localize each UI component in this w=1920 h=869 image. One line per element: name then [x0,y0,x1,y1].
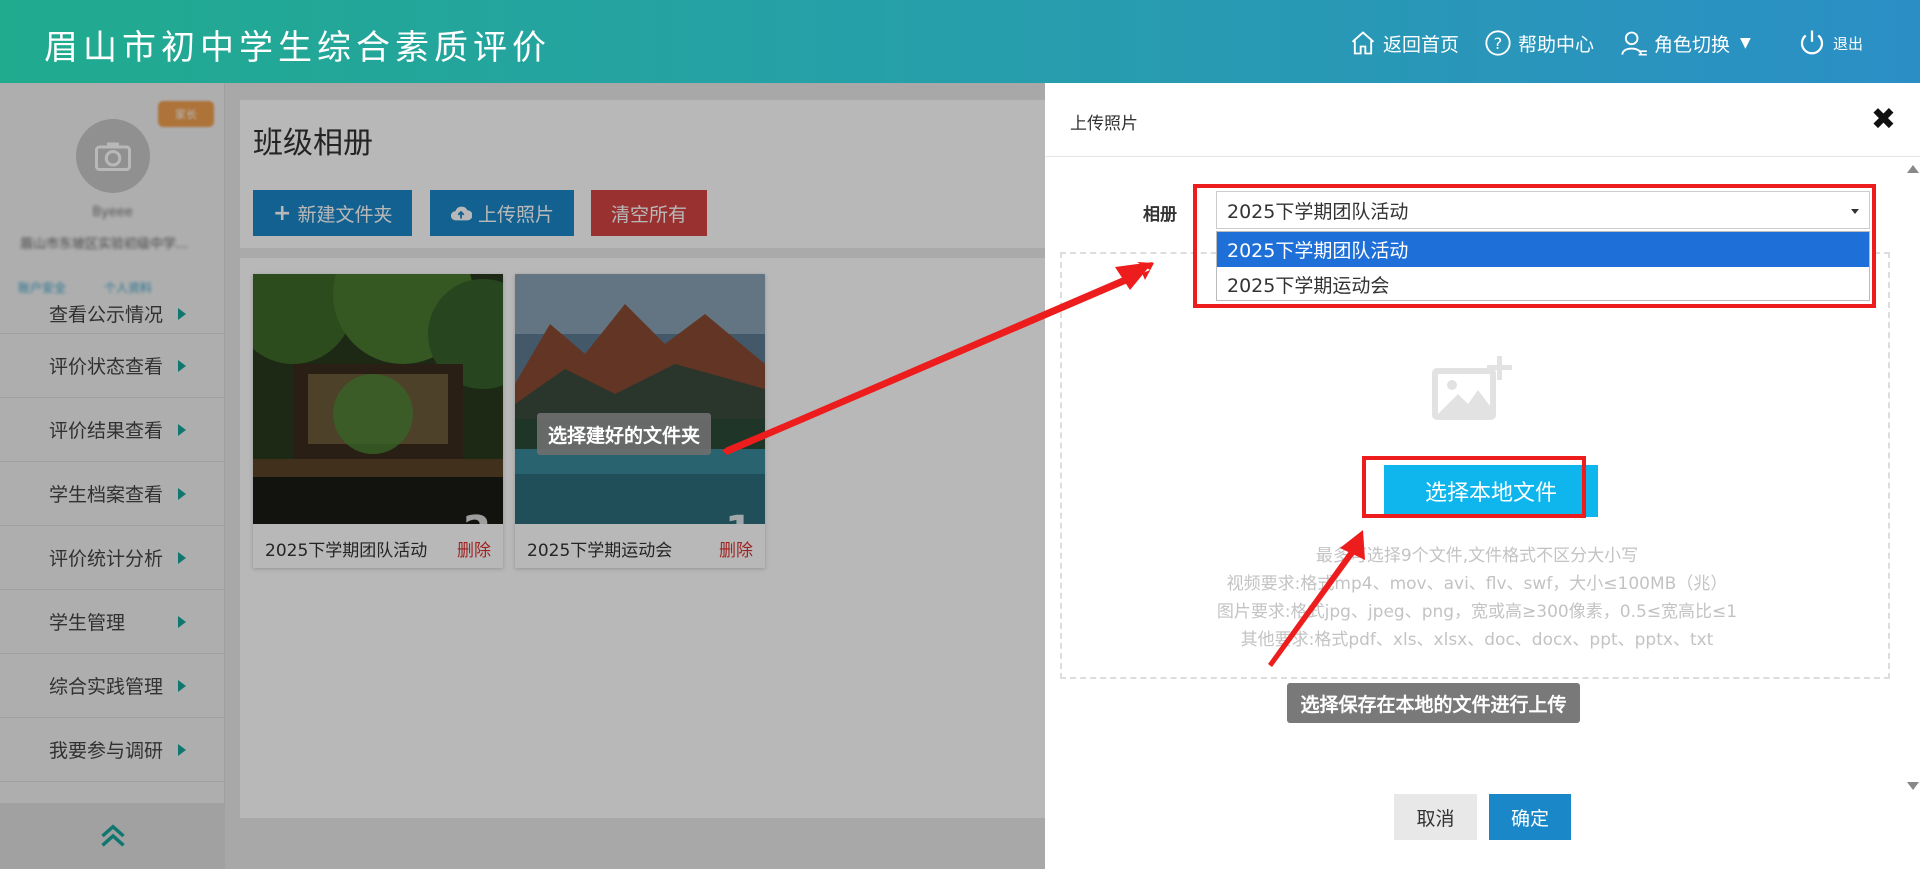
logout-link-label: 退出 [1833,34,1864,53]
help-icon: ? [1485,30,1511,56]
dialog-title: 上传照片 [1070,114,1138,134]
divider [1045,156,1920,157]
power-icon [1800,30,1824,55]
confirm-button[interactable]: 确定 [1489,794,1571,840]
home-icon [1351,31,1375,55]
scroll-down-icon[interactable] [1907,782,1919,790]
requirement-text: 图片要求:格式jpg、jpeg、png，宽或高≥300像素，0.5≤宽高比≤1 [1216,602,1738,622]
scroll-up-icon[interactable] [1907,165,1919,173]
upload-dialog: 上传照片 ✖ 相册 2025下学期团队活动 选择本地文件 最多可选择9个文件,文… [1045,83,1920,869]
scrollbar[interactable] [1905,161,1920,794]
help-link-label: 帮助中心 [1518,33,1595,56]
svg-text:?: ? [1494,34,1503,53]
requirement-text: 其他要求:格式pdf、xls、xlsx、doc、docx、ppt、pptx、tx… [1240,630,1714,650]
top-header: 眉山市初中学生综合素质评价 返回首页 ? 帮助中心 角色切换 ▼ 退出 [0,0,1920,83]
role-switch-label: 角色切换 [1654,33,1731,56]
home-link-label: 返回首页 [1383,33,1460,56]
role-switch[interactable]: 角色切换 ▼ [1620,24,1751,62]
requirement-text: 视频要求:格式mp4、mov、avi、flv、swf，大小≤100MB（兆） [1226,574,1728,594]
home-link[interactable]: 返回首页 [1349,24,1459,62]
album-label: 相册 [1143,205,1177,225]
add-image-icon [1430,354,1512,428]
chevron-down-icon: ▼ [1740,35,1751,51]
tooltip-select-local: 选择保存在本地的文件进行上传 [1287,683,1580,723]
logout-link[interactable]: 退出 [1797,24,1863,62]
cancel-button[interactable]: 取消 [1394,794,1477,840]
help-link[interactable]: ? 帮助中心 [1484,24,1594,62]
requirement-text: 最多可选择9个文件,文件格式不区分大小写 [1315,546,1639,566]
app-title: 眉山市初中学生综合素质评价 [44,28,551,68]
user-switch-icon [1621,31,1647,56]
modal-backdrop [0,83,1045,869]
close-icon[interactable]: ✖ [1871,105,1896,135]
highlight-box [1193,184,1876,308]
tooltip-select-folder: 选择建好的文件夹 [537,413,711,455]
highlight-box [1362,456,1586,518]
